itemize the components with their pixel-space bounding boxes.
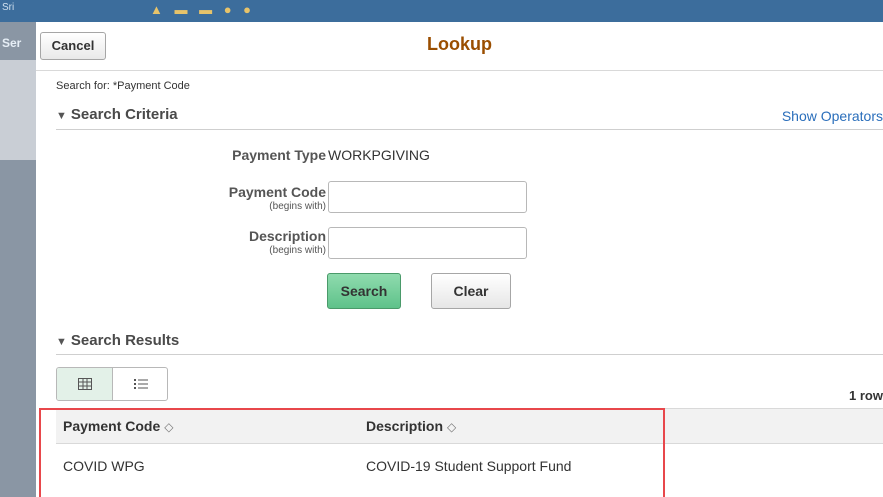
payment-type-label: Payment Type: [232, 147, 326, 163]
grid-view-button[interactable]: [57, 368, 113, 400]
search-criteria-header[interactable]: ▼ Search Criteria: [56, 106, 178, 123]
row-count: 1 row: [849, 388, 883, 403]
search-for-text: Search for: *Payment Code: [56, 80, 190, 92]
payment-code-field[interactable]: [328, 181, 527, 213]
background-panel-strip: [0, 60, 36, 160]
list-view-button[interactable]: [113, 368, 167, 400]
highlight-box: [39, 408, 665, 497]
clear-button[interactable]: Clear: [431, 273, 511, 309]
show-operators-link[interactable]: Show Operators: [782, 108, 883, 124]
search-results-header[interactable]: ▼ Search Results: [56, 332, 179, 349]
description-begins-with: (begins with): [269, 245, 326, 256]
modal-title: Lookup: [427, 34, 492, 54]
background-toolbar-icons: ▲ ▬ ▬ ● ●: [150, 2, 256, 17]
view-toggle-group: [56, 367, 168, 401]
payment-code-label: Payment Code: [228, 184, 326, 200]
search-criteria-label: Search Criteria: [70, 106, 178, 123]
cancel-button[interactable]: Cancel: [40, 32, 106, 60]
search-button[interactable]: Search: [327, 273, 401, 309]
results-divider: [56, 354, 883, 355]
modal-header: Lookup Cancel: [36, 22, 883, 71]
lookup-modal: Lookup Cancel Search for: *Payment Code …: [36, 22, 883, 497]
description-field[interactable]: [328, 227, 527, 259]
background-top-bar: Sri ▲ ▬ ▬ ● ●: [0, 0, 883, 22]
search-results-label: Search Results: [70, 332, 180, 349]
description-label: Description: [248, 228, 326, 244]
collapse-triangle-icon: ▼: [56, 110, 67, 122]
grid-icon: [77, 378, 92, 390]
payment-code-begins-with: (begins with): [269, 201, 326, 212]
list-icon: [133, 379, 148, 389]
payment-type-value: WORKPGIVING: [328, 147, 430, 163]
criteria-divider: [56, 129, 883, 130]
collapse-triangle-icon: ▼: [56, 336, 67, 348]
background-sidebar-text: Ser: [2, 36, 22, 50]
background-sidebar: Ser: [0, 22, 36, 497]
background-tab-text: Sri: [2, 2, 15, 13]
